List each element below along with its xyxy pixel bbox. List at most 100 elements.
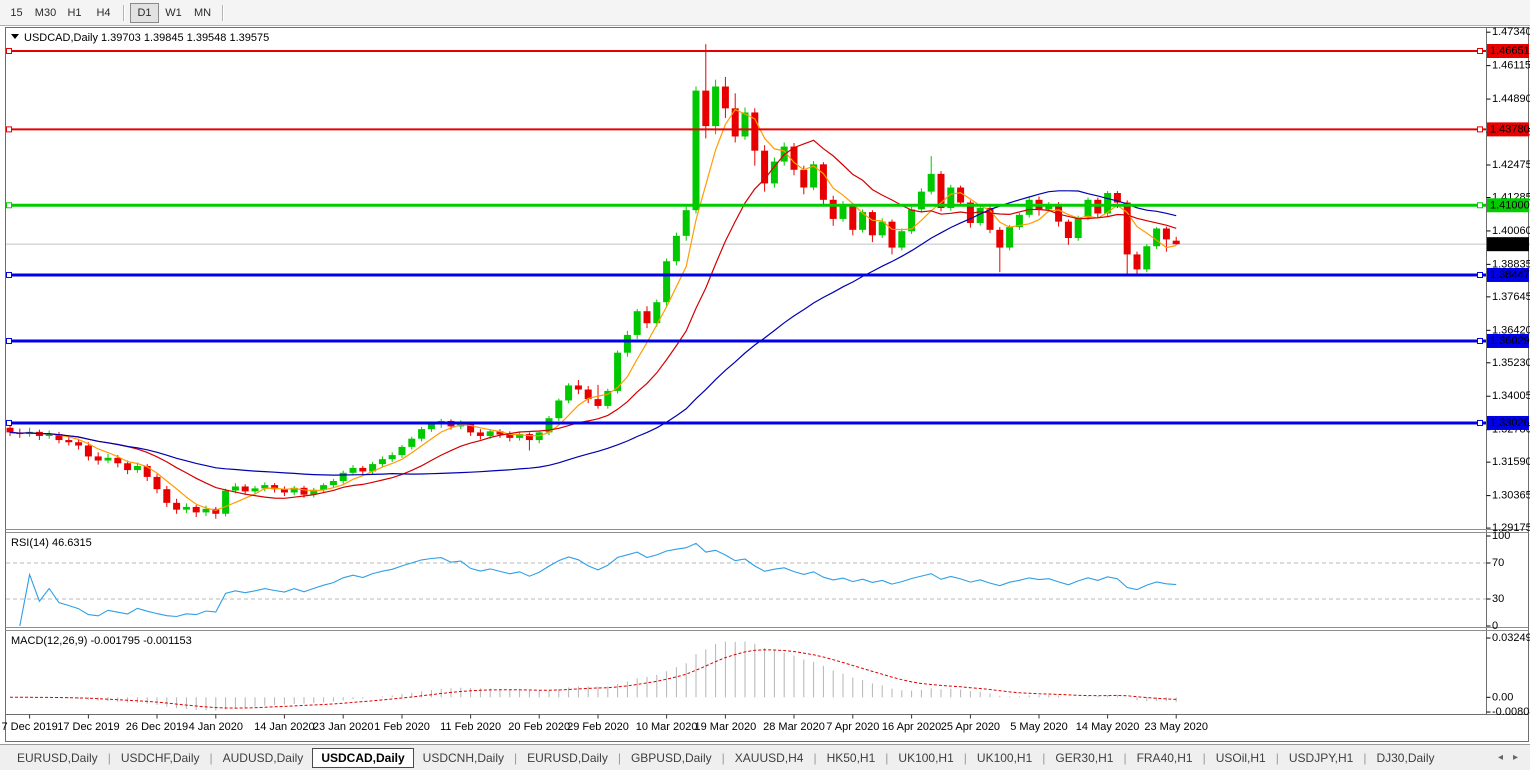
hline-handle[interactable] <box>7 127 12 132</box>
chart-tab-ger30-h1[interactable]: GER30,H1 <box>1046 748 1122 768</box>
chart-canvas[interactable]: 1.473401.461151.448901.436651.424751.412… <box>0 26 1530 744</box>
hline-badge-label: 1.33026 <box>1490 417 1530 429</box>
candle-body <box>1153 228 1160 246</box>
candle-body <box>742 112 749 136</box>
date-axis-label: 1 Feb 2020 <box>374 721 430 733</box>
candle-body <box>634 311 641 335</box>
date-axis-label: 17 Dec 2019 <box>57 721 119 733</box>
hline-handle[interactable] <box>7 272 12 277</box>
chart-tab-uk100-h1[interactable]: UK100,H1 <box>889 748 962 768</box>
chart-tab-usoil-h1[interactable]: USOil,H1 <box>1207 748 1275 768</box>
timeframe-button-M30[interactable]: M30 <box>31 3 60 23</box>
candle-body <box>340 473 347 481</box>
price-axis-label: 1.44890 <box>1492 93 1530 105</box>
candle-body <box>928 174 935 192</box>
rsi-indicator-label: RSI(14) 46.6315 <box>11 537 92 549</box>
price-axis-label: 1.47340 <box>1492 26 1530 38</box>
candle-body <box>908 209 915 231</box>
tab-scroll-right-icon[interactable]: ▸ <box>1513 752 1518 763</box>
candle-body <box>173 503 180 510</box>
candle-body <box>252 488 259 491</box>
candle-body <box>301 488 308 495</box>
timeframe-button-H1[interactable]: H1 <box>60 3 89 23</box>
date-axis-label: 11 Feb 2020 <box>440 721 501 733</box>
candle-body <box>222 491 229 514</box>
candle-body <box>163 489 170 503</box>
macd-indicator-label: MACD(12,26,9) -0.001795 -0.001153 <box>11 635 192 647</box>
candle-body <box>85 446 92 457</box>
candle-body <box>1173 241 1180 244</box>
candle-body <box>487 431 494 436</box>
chart-tab-fra40-h1[interactable]: FRA40,H1 <box>1128 748 1202 768</box>
candle-body <box>1006 227 1013 247</box>
timeframe-button-MN[interactable]: MN <box>188 3 217 23</box>
chart-tab-eurusd-daily[interactable]: EURUSD,Daily <box>8 748 107 768</box>
price-axis-label: 1.40060 <box>1492 225 1530 237</box>
candle-body <box>644 311 651 323</box>
candle-body <box>379 459 386 464</box>
chart-tab-gbpusd-daily[interactable]: GBPUSD,Daily <box>622 748 721 768</box>
hline-badge-label: 1.46651 <box>1490 45 1530 57</box>
candle-body <box>1065 222 1072 238</box>
candle-body <box>565 385 572 400</box>
candle-body <box>722 87 729 109</box>
candle-body <box>330 481 337 485</box>
hline-badge-label: 1.43780 <box>1490 123 1530 135</box>
candle-body <box>183 507 190 510</box>
price-axis-label: 1.42475 <box>1492 159 1530 171</box>
candle-body <box>595 399 602 406</box>
chart-tab-usdcad-daily[interactable]: USDCAD,Daily <box>312 748 413 768</box>
tab-scroll-left-icon[interactable]: ◂ <box>1498 752 1503 763</box>
date-axis-label: 10 Mar 2020 <box>636 721 698 733</box>
candle-body <box>75 442 82 445</box>
chart-tab-usdjpy-h1[interactable]: USDJPY,H1 <box>1280 748 1362 768</box>
candle-body <box>820 164 827 199</box>
hline-handle[interactable] <box>1478 272 1483 277</box>
timeframe-button-15[interactable]: 15 <box>2 3 31 23</box>
candle-body <box>800 170 807 188</box>
candle-body <box>555 400 562 418</box>
candle-body <box>134 466 141 470</box>
timeframe-toolbar: 15M30H1H4 D1W1MN <box>0 0 1530 26</box>
chart-tab-audusd-daily[interactable]: AUDUSD,Daily <box>214 748 313 768</box>
hline-handle[interactable] <box>1478 49 1483 54</box>
hline-badge-label: 1.41000 <box>1490 199 1530 211</box>
hline-handle[interactable] <box>7 420 12 425</box>
chart-tab-uk100-h1[interactable]: UK100,H1 <box>968 748 1041 768</box>
hline-handle[interactable] <box>1478 127 1483 132</box>
rsi-axis-label: 30 <box>1492 593 1504 605</box>
candle-body <box>193 507 200 512</box>
candle-body <box>673 236 680 261</box>
candle-body <box>399 447 406 455</box>
timeframe-button-H4[interactable]: H4 <box>89 3 118 23</box>
chart-tab-usdchf-daily[interactable]: USDCHF,Daily <box>112 748 209 768</box>
hline-handle[interactable] <box>7 49 12 54</box>
chart-tab-xauusd-h4[interactable]: XAUUSD,H4 <box>726 748 813 768</box>
hline-badge-label: 1.38447 <box>1490 269 1530 281</box>
date-axis-label: 28 Mar 2020 <box>763 721 825 733</box>
date-axis-label: 14 May 2020 <box>1076 721 1140 733</box>
chart-tab-eurusd-daily[interactable]: EURUSD,Daily <box>518 748 617 768</box>
date-axis-label: 23 Jan 2020 <box>313 721 374 733</box>
date-axis-label: 16 Apr 2020 <box>882 721 941 733</box>
rsi-axis-label: 0 <box>1492 620 1498 632</box>
chart-tab-dj30-daily[interactable]: DJ30,Daily <box>1367 748 1443 768</box>
date-axis-label: 29 Feb 2020 <box>567 721 629 733</box>
price-axis-label: 1.46115 <box>1492 60 1530 72</box>
chart-tab-usdcnh-daily[interactable]: USDCNH,Daily <box>414 748 513 768</box>
timeframe-button-W1[interactable]: W1 <box>159 3 188 23</box>
candle-body <box>1143 246 1150 269</box>
date-axis-label: 7 Apr 2020 <box>826 721 879 733</box>
hline-handle[interactable] <box>7 203 12 208</box>
hline-handle[interactable] <box>1478 338 1483 343</box>
candle-body <box>408 439 415 447</box>
timeframe-button-D1[interactable]: D1 <box>130 3 159 23</box>
hline-handle[interactable] <box>7 338 12 343</box>
chart-tab-hk50-h1[interactable]: HK50,H1 <box>818 748 885 768</box>
candle-body <box>849 205 856 230</box>
hline-handle[interactable] <box>1478 420 1483 425</box>
hline-handle[interactable] <box>1478 203 1483 208</box>
candle-body <box>428 424 435 429</box>
rsi-axis-label: 100 <box>1492 530 1510 542</box>
chart-tabbar: EURUSD,Daily|USDCHF,Daily|AUDUSD,DailyUS… <box>0 744 1530 770</box>
